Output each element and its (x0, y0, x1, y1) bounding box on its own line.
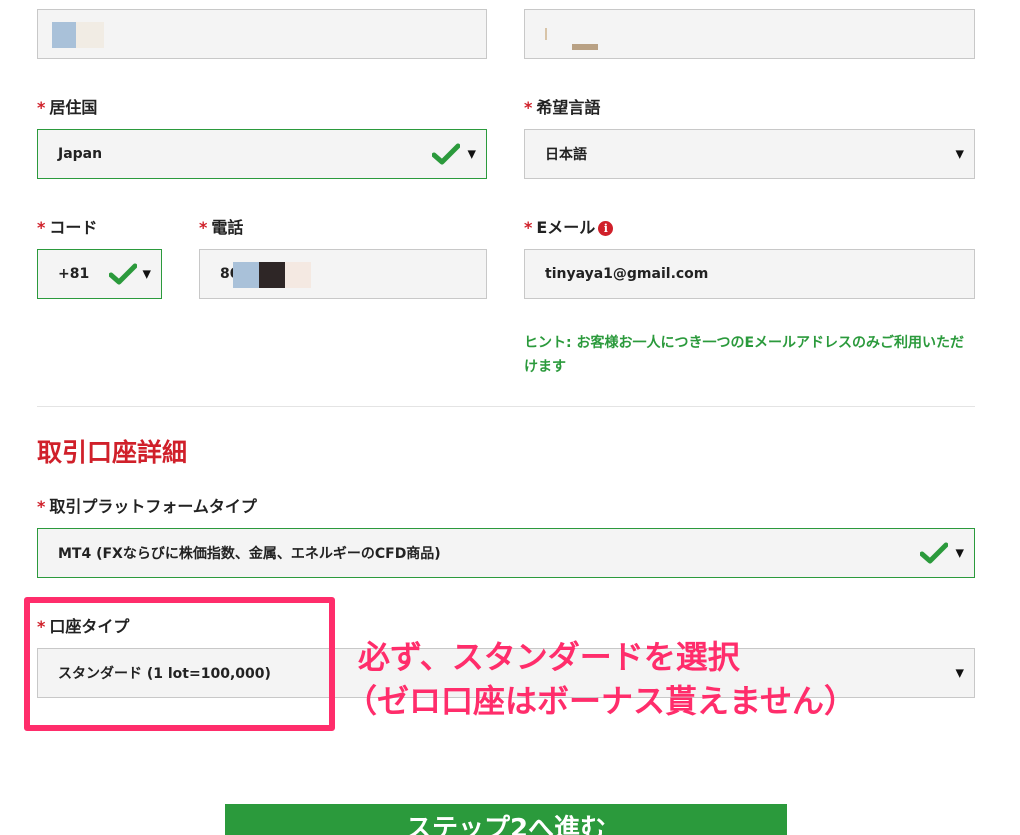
platform-select[interactable]: MT4 (FXならびに株価指数、金属、エネルギーのCFD商品) ▼ (37, 528, 975, 578)
section-divider (37, 406, 975, 407)
caret-down-icon: ▼ (467, 147, 476, 161)
email-value: tinyaya1@gmail.com (545, 266, 709, 282)
phone-input[interactable]: 80 (199, 249, 487, 299)
check-icon (432, 143, 460, 165)
country-code-value: +81 (58, 266, 90, 282)
language-value: 日本語 (545, 147, 587, 163)
required-asterisk: * (524, 98, 533, 117)
redacted-block (259, 262, 285, 288)
redacted-block (545, 28, 547, 40)
required-asterisk: * (524, 218, 533, 237)
country-code-select[interactable]: +81 ▼ (37, 249, 162, 299)
caret-down-icon: ▼ (955, 546, 964, 560)
phone-label: * 電話 (199, 218, 244, 237)
country-select[interactable]: Japan ▼ (37, 129, 487, 179)
annotation-text-line2: （ゼロ口座はボーナス貰えません） (345, 682, 857, 720)
country-label: * 居住国 (37, 98, 98, 117)
required-asterisk: * (37, 98, 46, 117)
caret-down-icon: ▼ (955, 147, 964, 161)
account-section-title: 取引口座詳細 (37, 438, 188, 467)
language-select[interactable]: 日本語 ▼ (524, 129, 975, 179)
redacted-block (52, 22, 76, 48)
annotation-text-line1: 必ず、スタンダードを選択 (358, 638, 740, 676)
first-name-input[interactable] (37, 9, 487, 59)
last-name-input[interactable] (524, 9, 975, 59)
check-icon (920, 542, 948, 564)
email-input[interactable]: tinyaya1@gmail.com (524, 249, 975, 299)
redacted-block (76, 22, 104, 48)
check-icon (109, 263, 137, 285)
caret-down-icon: ▼ (955, 666, 964, 680)
email-label: * Eメール i (524, 214, 614, 238)
country-value: Japan (58, 146, 103, 162)
platform-value: MT4 (FXならびに株価指数、金属、エネルギーのCFD商品) (58, 546, 441, 562)
redacted-block (572, 44, 598, 50)
caret-down-icon: ▼ (142, 267, 151, 281)
redacted-block (233, 262, 259, 288)
annotation-highlight-box (24, 597, 335, 731)
required-asterisk: * (37, 218, 46, 237)
email-hint: ヒント: お客様お一人につき一つのEメールアドレスのみご利用いただけます (524, 335, 965, 375)
platform-label: * 取引プラットフォームタイプ (37, 497, 257, 516)
required-asterisk: * (37, 497, 46, 516)
code-label: * コード (37, 218, 98, 237)
language-label: * 希望言語 (524, 98, 601, 117)
redacted-block (285, 262, 311, 288)
info-icon[interactable]: i (598, 221, 614, 236)
next-step-button[interactable]: ステップ2へ進む (225, 804, 787, 835)
required-asterisk: * (199, 218, 208, 237)
